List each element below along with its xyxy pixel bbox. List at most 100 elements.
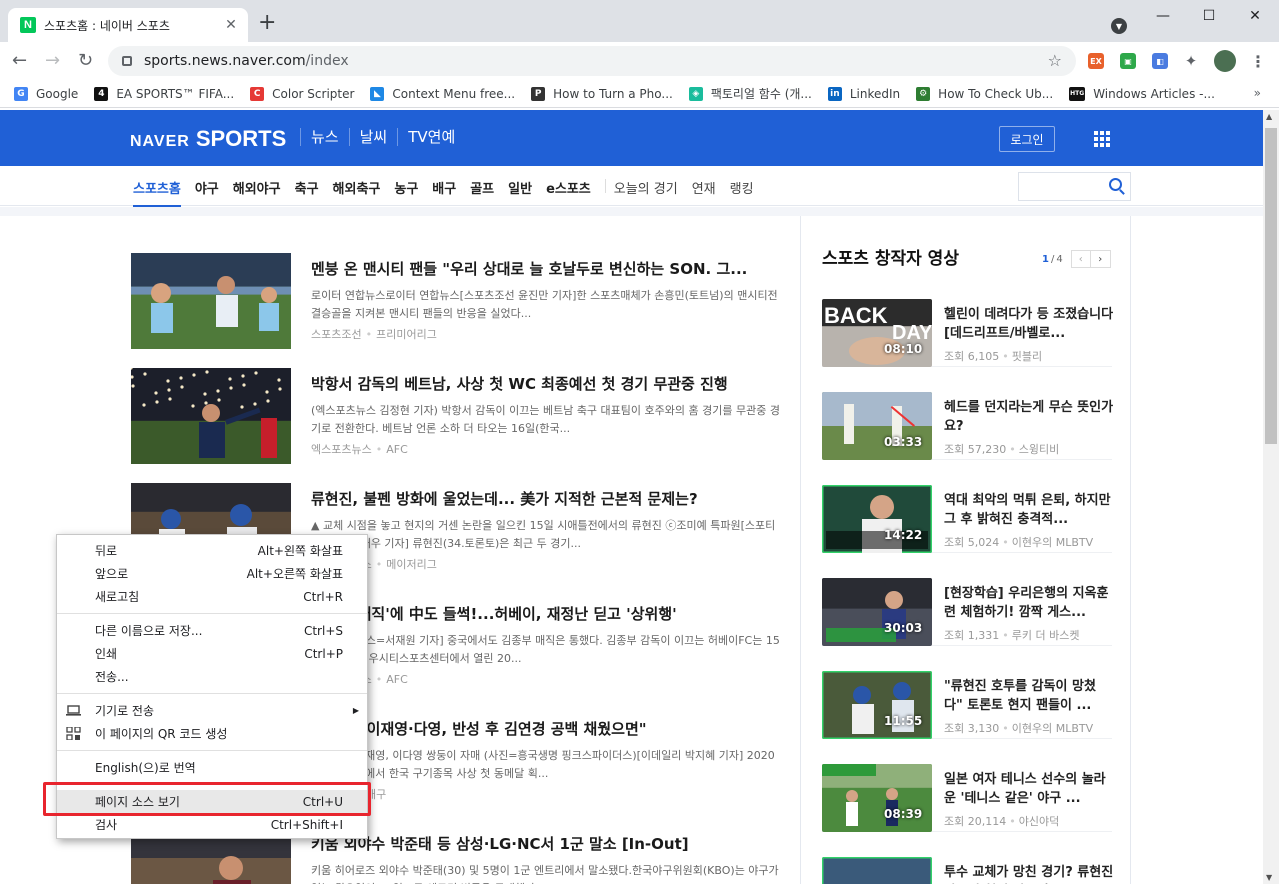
category-item[interactable]: 축구 — [295, 178, 319, 205]
news-thumbnail[interactable] — [131, 368, 291, 464]
news-title[interactable]: 키움 외야수 박준태 등 삼성·LG·NC서 1군 말소 [In-Out] — [311, 833, 791, 854]
login-button[interactable]: 로그인 — [999, 126, 1055, 152]
bookmark-item[interactable]: ◈ 팩토리얼 함수 (개... — [688, 85, 812, 102]
forward-icon[interactable]: → — [45, 51, 60, 71]
category-item[interactable]: 골프 — [470, 178, 494, 205]
news-title[interactable]: 멘붕 온 맨시티 팬들 "우리 상대로 늘 호날두로 변신하는 SON. 그..… — [311, 258, 791, 279]
new-tab-icon[interactable]: + — [258, 12, 276, 34]
context-menu-item[interactable]: 새로고침 Ctrl+R — [57, 585, 367, 608]
video-title[interactable]: 헬린이 데려다가 등 조졌습니다 [데드리프트/바벨로... — [944, 305, 1114, 343]
prev-page-icon[interactable]: ‹ — [1070, 250, 1091, 268]
bookmark-star-icon[interactable]: ☆ — [1048, 51, 1062, 70]
video-item[interactable]: BACK DAY 08:10 헬린이 데려다가 등 조졌습니다 [데드리프트/바벨로.… — [822, 299, 1114, 367]
bookmarks-overflow-icon[interactable]: » — [1254, 86, 1261, 100]
ext-ex-icon[interactable]: EX — [1088, 53, 1104, 69]
video-title[interactable]: [현장학습] 우리은행의 지옥훈련 체험하기! 깜짝 게스... — [944, 584, 1114, 622]
video-item[interactable]: 14:22 역대 최악의 먹튀 은퇴, 하지만 그 후 밝혀진 충격적... 조회 … — [822, 485, 1112, 553]
apps-grid-icon[interactable] — [1094, 131, 1110, 147]
search-input[interactable] — [1018, 172, 1131, 201]
ext-green-icon[interactable]: ▣ — [1120, 53, 1136, 69]
news-item[interactable]: 멘붕 온 맨시티 팬들 "우리 상대로 늘 호날두로 변신하는 SON. 그..… — [131, 253, 791, 349]
video-title[interactable]: 투수 교체가 망친 경기? 류현진 관뷰전 첫이 만든지 — [944, 863, 1114, 884]
video-title[interactable]: 일본 여자 테니스 선수의 놀라운 '테니스 같은' 야구 ... — [944, 770, 1114, 808]
context-menu-item[interactable]: 검사 Ctrl+Shift+I — [57, 813, 367, 836]
menu-kebab-icon[interactable]: ⋮ — [1250, 52, 1266, 71]
page-scrollbar[interactable]: ▲ ▼ — [1263, 110, 1279, 884]
category-item[interactable]: 해외축구 — [333, 178, 381, 205]
video-item[interactable]: 투수 교체가 망친 경기? 류현진 관뷰전 첫이 만든지 — [822, 857, 1114, 884]
naver-sports-logo[interactable]: NAVER SPORTS — [130, 126, 286, 152]
bookmark-label: 팩토리얼 함수 (개... — [710, 87, 812, 101]
bookmark-item[interactable]: ⚙ How To Check Ub... — [916, 86, 1053, 101]
bookmark-item[interactable]: G Google — [14, 86, 78, 101]
bookmark-item[interactable]: 4 EA SPORTS™ FIFA... — [94, 86, 234, 101]
news-title[interactable]: 前감독 "이재영·다영, 반성 후 김연경 공백 채웠으면" — [311, 718, 791, 739]
sub-category-item[interactable]: 랭킹 — [730, 178, 754, 205]
category-item[interactable]: e스포츠 — [546, 178, 591, 205]
context-menu-item[interactable]: English(으)로 번역 — [57, 756, 367, 779]
context-menu-item[interactable]: 기기로 전송 ▶ — [57, 699, 367, 722]
video-thumbnail[interactable]: 11:55 — [822, 671, 932, 739]
video-item[interactable]: 30:03 [현장학습] 우리은행의 지옥훈련 체험하기! 깜짝 게스... 조회 … — [822, 578, 1112, 646]
video-item[interactable]: 08:39 일본 여자 테니스 선수의 놀라운 '테니스 같은' 야구 ... 조회… — [822, 764, 1112, 832]
next-page-icon[interactable]: › — [1090, 250, 1111, 268]
news-item[interactable]: 박항서 감독의 베트남, 사상 첫 WC 최종예선 첫 경기 무관중 진행 (엑스… — [131, 368, 791, 464]
context-menu-item[interactable]: 뒤로 Alt+왼쪽 화살표 — [57, 539, 367, 562]
category-item[interactable]: 농구 — [394, 178, 418, 205]
maximize-icon[interactable]: ☐ — [1194, 6, 1224, 26]
video-thumbnail[interactable] — [822, 857, 932, 884]
close-window-icon[interactable]: ✕ — [1240, 6, 1270, 26]
video-title[interactable]: 역대 최악의 먹튀 은퇴, 하지만 그 후 밝혀진 충격적... — [944, 491, 1114, 529]
category-item[interactable]: 야구 — [195, 178, 219, 205]
news-meta: 스포츠조선 • 프리미어리그 — [311, 328, 437, 341]
context-menu-item[interactable]: 인쇄 Ctrl+P — [57, 642, 367, 665]
context-menu-item[interactable]: 이 페이지의 QR 코드 생성 — [57, 722, 367, 745]
tab-active[interactable]: N 스포츠홈 : 네이버 스포츠 ✕ — [8, 8, 248, 42]
bookmark-item[interactable]: P How to Turn a Pho... — [531, 86, 673, 101]
category-item[interactable]: 스포츠홈 — [133, 178, 181, 207]
context-menu-item[interactable]: 전송... — [57, 665, 367, 688]
video-thumbnail[interactable]: 30:03 — [822, 578, 932, 646]
bookmark-item[interactable]: HTG Windows Articles -... — [1069, 86, 1215, 101]
minimize-icon[interactable]: — — [1148, 6, 1178, 26]
video-item[interactable]: 03:33 헤드를 던지라는게 무슨 뜻인가요? 조회 57,230 • 스윙티비 — [822, 392, 1114, 460]
extensions-puzzle-icon[interactable]: ✦ — [1183, 52, 1199, 70]
bookmark-label: Context Menu free... — [392, 86, 516, 101]
bookmark-item[interactable]: in LinkedIn — [827, 86, 900, 101]
reload-icon[interactable]: ↻ — [78, 51, 93, 71]
news-thumbnail[interactable] — [131, 253, 291, 349]
naver-header: NAVER SPORTS 뉴스 날씨 TV연예 로그인 — [0, 110, 1263, 166]
sub-category-item[interactable]: 연재 — [692, 178, 716, 205]
video-thumbnail[interactable]: 08:39 — [822, 764, 932, 832]
top-nav-item[interactable]: TV연예 — [397, 128, 465, 146]
back-icon[interactable]: ← — [12, 51, 27, 71]
context-menu-item[interactable]: 앞으로 Alt+오른쪽 화살표 — [57, 562, 367, 585]
video-thumbnail[interactable]: BACK DAY 08:10 — [822, 299, 932, 367]
video-thumbnail[interactable]: 03:33 — [822, 392, 932, 460]
category-item[interactable]: 배구 — [432, 178, 456, 205]
context-menu-shortcut: Ctrl+S — [303, 623, 343, 638]
news-title[interactable]: 박항서 감독의 베트남, 사상 첫 WC 최종예선 첫 경기 무관중 진행 — [311, 373, 791, 394]
sub-category-item[interactable]: 오늘의 경기 — [614, 178, 678, 205]
video-item[interactable]: 11:55 "류현진 호투를 감독이 망쳤다" 토론토 현지 팬들이 ... 조회 … — [822, 671, 1112, 739]
news-title[interactable]: 류현진, 불펜 방화에 울었는데... 美가 지적한 근본적 문제는? — [311, 488, 791, 509]
video-duration: 08:10 — [884, 342, 923, 356]
bookmark-item[interactable]: ◣ Context Menu free... — [370, 86, 516, 101]
context-menu-label: 뒤로 — [95, 544, 118, 558]
top-nav-item[interactable]: 뉴스 — [300, 128, 349, 146]
category-item[interactable]: 일반 — [508, 178, 532, 205]
address-bar[interactable]: sports.news.naver.com/index ☆ — [108, 46, 1076, 76]
search-icon[interactable] — [1109, 178, 1122, 191]
tab-search-icon[interactable]: ▼ — [1111, 18, 1127, 34]
top-nav-item[interactable]: 날씨 — [348, 128, 398, 146]
news-title[interactable]: 김종부 매직'에 中도 들썩!...허베이, 재정난 딛고 '상위행' — [311, 603, 791, 624]
video-title[interactable]: "류현진 호투를 감독이 망쳤다" 토론토 현지 팬들이 ... — [944, 677, 1114, 715]
profile-avatar[interactable] — [1214, 50, 1236, 72]
bookmark-item[interactable]: C Color Scripter — [250, 86, 354, 101]
category-item[interactable]: 해외야구 — [233, 178, 281, 205]
video-thumbnail[interactable]: 14:22 — [822, 485, 932, 553]
ext-blue-icon[interactable]: ◧ — [1152, 53, 1168, 69]
video-title[interactable]: 헤드를 던지라는게 무슨 뜻인가요? — [944, 398, 1114, 436]
tab-close-icon[interactable]: ✕ — [222, 17, 240, 33]
context-menu-item[interactable]: 다른 이름으로 저장... Ctrl+S — [57, 619, 367, 642]
